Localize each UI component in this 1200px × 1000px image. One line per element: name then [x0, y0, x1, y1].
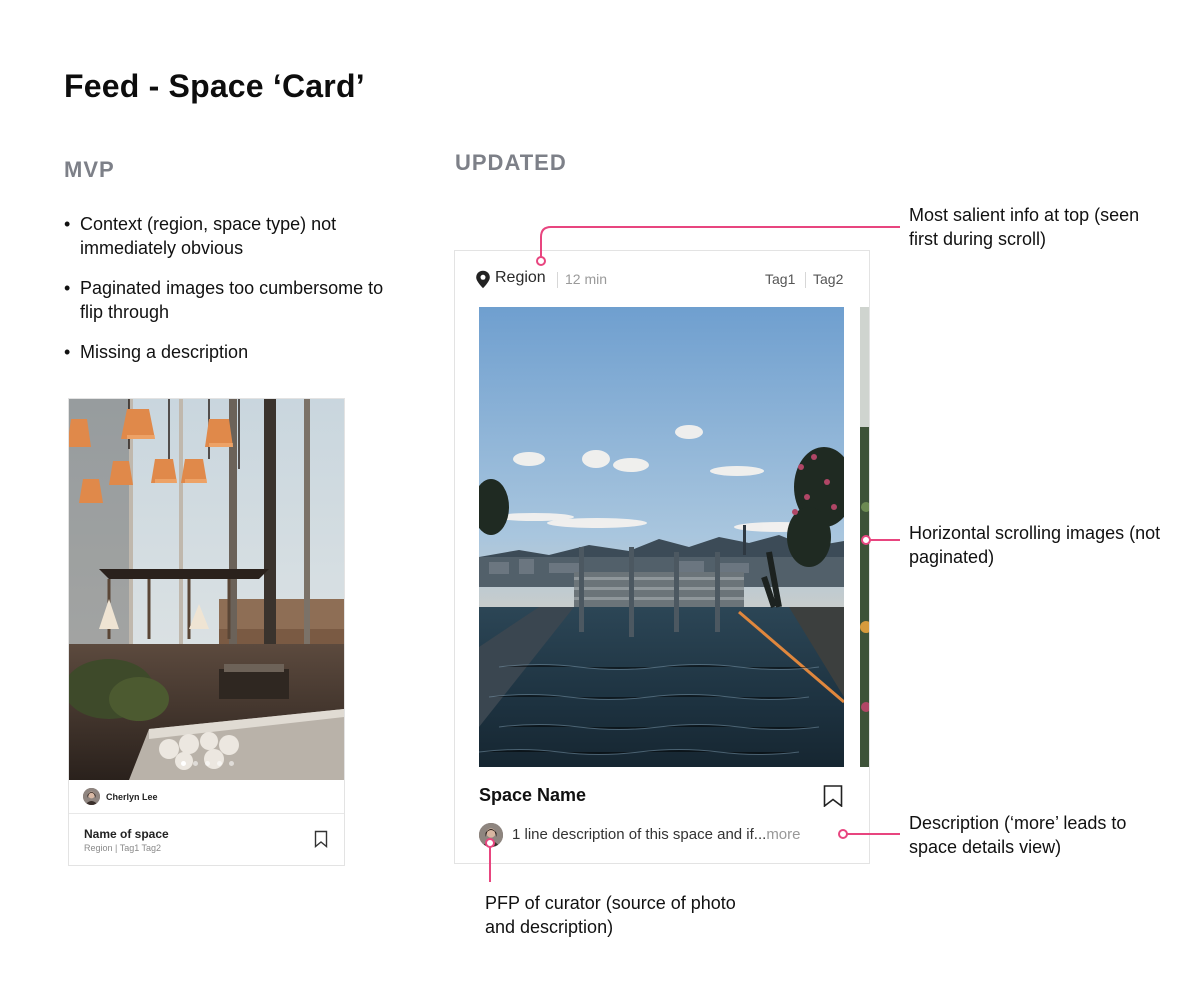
- annotation-description: Description (‘more’ leads to space detai…: [909, 813, 1127, 857]
- more-link[interactable]: more: [766, 826, 800, 843]
- curator-name: Cherlyn Lee: [106, 791, 158, 802]
- mvp-space-photo[interactable]: [69, 399, 344, 780]
- page-title: Feed - Space ‘Card’: [64, 68, 365, 104]
- space-name[interactable]: Name of space: [84, 827, 169, 841]
- mvp-section-label: MVP: [64, 157, 115, 182]
- map-pin-icon: [475, 270, 491, 289]
- mvp-issue-item: Context (region, space type) not immedia…: [64, 212, 404, 260]
- card-header: Region 12 min Tag1 Tag2: [475, 269, 845, 291]
- description-text: 1 line description of this space and if.…: [512, 826, 767, 843]
- annotation-horizontal-scroll: Horizontal scrolling images (not paginat…: [909, 523, 1161, 567]
- pagination-dot[interactable]: [181, 761, 186, 766]
- updated-section-label: UPDATED: [455, 150, 567, 175]
- pagination-dots[interactable]: [181, 761, 234, 766]
- mvp-curator-row: Cherlyn Lee: [69, 780, 344, 814]
- time-label: 12 min: [565, 271, 608, 287]
- space-description: 1 line description of this space and if.…: [512, 826, 801, 843]
- space-name[interactable]: Space Name: [479, 785, 586, 806]
- bookmark-icon[interactable]: [823, 785, 843, 808]
- annotation-top-info: Most salient info at top (seen first dur…: [909, 205, 1140, 249]
- tag-2[interactable]: Tag2: [813, 271, 843, 287]
- space-meta: Region | Tag1 Tag2: [84, 843, 162, 853]
- updated-space-card[interactable]: Region 12 min Tag1 Tag2 Space Name 1 lin…: [454, 250, 870, 864]
- pagination-dot[interactable]: [217, 761, 222, 766]
- pagination-dot[interactable]: [229, 761, 234, 766]
- mvp-space-card[interactable]: Cherlyn Lee Name of space Region | Tag1 …: [68, 398, 345, 866]
- divider: [557, 272, 558, 288]
- curator-avatar[interactable]: [83, 788, 100, 805]
- mvp-issues-list: Context (region, space type) not immedia…: [64, 212, 404, 380]
- mvp-issue-item: Paginated images too cumbersome to flip …: [64, 276, 404, 324]
- divider: [805, 272, 806, 288]
- mvp-issue-item: Missing a description: [64, 340, 404, 364]
- next-space-photo[interactable]: [860, 307, 869, 767]
- tag-1[interactable]: Tag1: [765, 271, 795, 287]
- pagination-dot[interactable]: [205, 761, 210, 766]
- region-label[interactable]: Region: [495, 269, 546, 287]
- bookmark-icon[interactable]: [314, 830, 328, 848]
- annotation-curator-pfp: PFP of curator (source of photo and desc…: [485, 893, 736, 937]
- curator-avatar[interactable]: [479, 823, 503, 847]
- pagination-dot[interactable]: [193, 761, 198, 766]
- space-photo[interactable]: [479, 307, 844, 767]
